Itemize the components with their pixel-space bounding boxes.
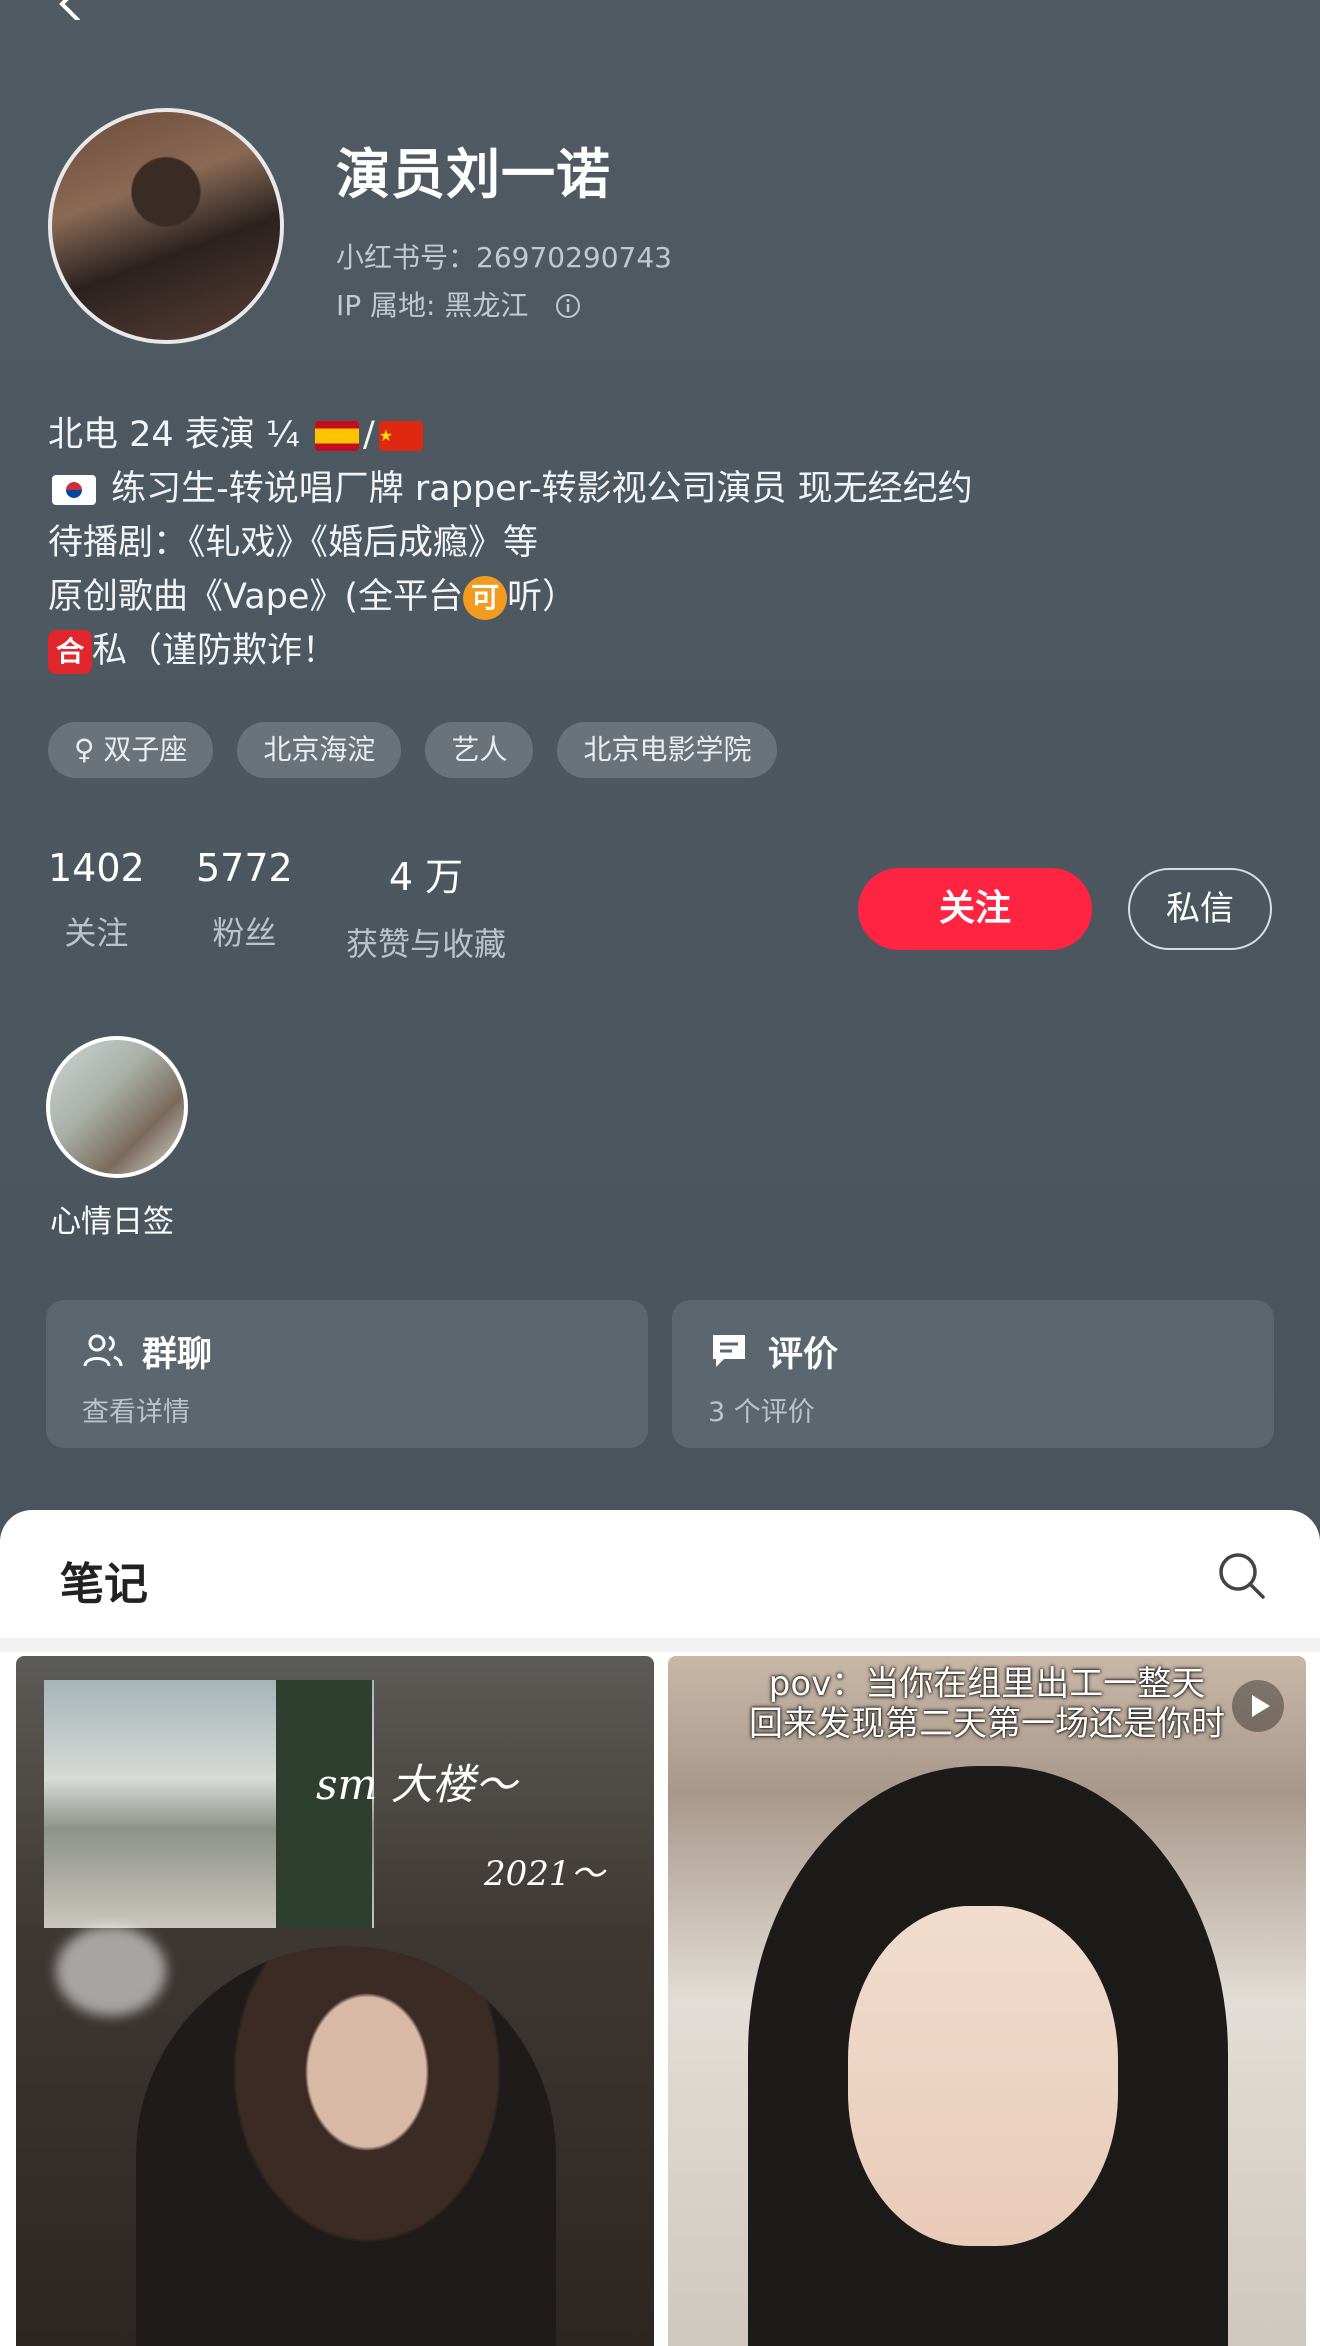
spain-flag-icon bbox=[314, 421, 359, 451]
note-overlay-text: 2021～ bbox=[484, 1854, 605, 1894]
card-subtitle: 3 个评价 bbox=[708, 1397, 815, 1428]
review-card[interactable]: 评价 3 个评价 bbox=[672, 1300, 1274, 1448]
bio-line: 待播剧：《轧戏》《婚后成瘾》等 bbox=[48, 523, 539, 563]
note-caption: pov：当你在组里出工一整天 回来发现第二天第一场还是你时 bbox=[749, 1664, 1225, 1744]
ip-location-row: IP 属地: 黑龙江 bbox=[336, 284, 581, 324]
play-icon bbox=[1232, 1680, 1284, 1732]
note-card[interactable]: pov：当你在组里出工一整天 回来发现第二天第一场还是你时 bbox=[668, 1656, 1306, 2346]
divider bbox=[0, 1638, 1320, 1652]
tag-occupation[interactable]: 艺人 bbox=[425, 722, 534, 778]
profile-tags: ♀ 双子座 北京海淀 艺人 北京电影学院 bbox=[48, 722, 778, 778]
note-photo-person bbox=[136, 1946, 556, 2346]
follow-button[interactable]: 关注 bbox=[858, 868, 1092, 950]
comment-icon bbox=[713, 1335, 745, 1367]
tab-notes[interactable]: 笔记 bbox=[60, 1548, 148, 1612]
back-icon[interactable] bbox=[52, 0, 86, 20]
tag-zodiac[interactable]: ♀ 双子座 bbox=[48, 722, 214, 778]
card-title: 群聊 bbox=[142, 1335, 213, 1375]
avatar[interactable] bbox=[48, 108, 284, 344]
highlight-label: 心情日签 bbox=[50, 1204, 174, 1240]
profile-bio: 北电 24 表演 ¼ / ★ 练习生-转说唱厂牌 rapper-转影视公司演员 现… bbox=[48, 408, 1248, 678]
group-chat-card[interactable]: 群聊 查看详情 bbox=[46, 1300, 648, 1448]
search-icon[interactable] bbox=[1216, 1550, 1268, 1602]
card-title: 评价 bbox=[768, 1335, 839, 1375]
tag-location[interactable]: 北京海淀 bbox=[237, 722, 402, 778]
heart-sticker-icon bbox=[56, 1926, 166, 2016]
note-photo-face bbox=[848, 1906, 1118, 2246]
stat-followers[interactable]: 5772 粉丝 bbox=[196, 846, 293, 954]
ke-badge-icon: 可 bbox=[463, 576, 508, 620]
card-subtitle: 查看详情 bbox=[82, 1397, 190, 1428]
info-icon[interactable] bbox=[555, 293, 581, 319]
tag-school[interactable]: 北京电影学院 bbox=[557, 722, 778, 778]
korea-flag-icon bbox=[52, 475, 96, 505]
profile-name: 演员刘一诺 bbox=[336, 143, 611, 206]
highlight-thumbnail[interactable] bbox=[46, 1036, 188, 1178]
message-button[interactable]: 私信 bbox=[1128, 868, 1272, 950]
note-card[interactable]: sm 大楼～ 2021～ bbox=[16, 1656, 654, 2346]
bio-line: 原创歌曲《Vape》(全平台可听） bbox=[48, 570, 1248, 624]
bio-line: 北电 24 表演 ¼ / ★ bbox=[48, 408, 1248, 462]
china-flag-icon: ★ bbox=[378, 421, 423, 451]
he-badge-icon: 合 bbox=[48, 630, 92, 674]
bio-line: 练习生-转说唱厂牌 rapper-转影视公司演员 现无经纪约 bbox=[48, 462, 1248, 516]
note-overlay-text: sm 大楼～ bbox=[316, 1760, 517, 1809]
group-icon bbox=[83, 1334, 123, 1367]
bio-line: 合私（谨防欺诈！ bbox=[48, 624, 1248, 678]
red-id: 小红书号：26970290743 bbox=[336, 241, 672, 274]
stat-likes[interactable]: 4 万 获赞与收藏 bbox=[346, 846, 506, 965]
ip-location: IP 属地: 黑龙江 bbox=[336, 289, 529, 322]
stat-following[interactable]: 1402 关注 bbox=[48, 846, 145, 954]
